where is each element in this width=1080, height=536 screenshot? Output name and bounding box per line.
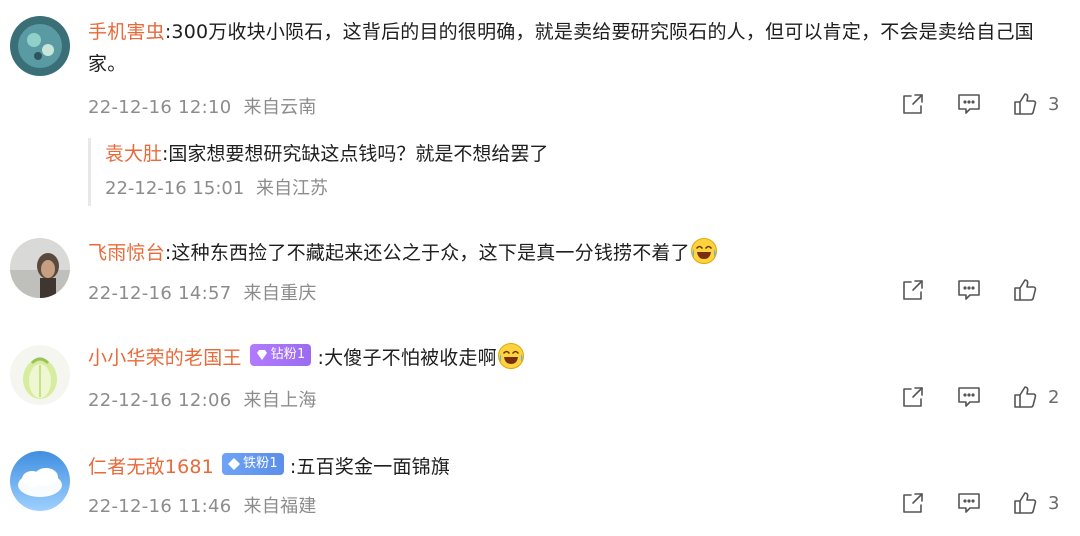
- badge-label: 钻粉1: [270, 347, 306, 362]
- comment-actions: 3: [874, 89, 1062, 119]
- reply-thread: 袁大肚:国家想要想研究缺这点钱吗？就是不想给罢了 22-12-16 15:01 …: [88, 138, 1062, 206]
- fan-badge-iron[interactable]: 铁粉1: [221, 453, 284, 475]
- share-icon: [903, 280, 923, 300]
- comment-button[interactable]: [952, 488, 986, 518]
- like-count: 3: [1048, 93, 1060, 115]
- like-button[interactable]: [1008, 275, 1042, 305]
- comment-meta: 22-12-16 14:57 来自重庆: [88, 279, 317, 305]
- like-icon: [1014, 386, 1037, 408]
- like-icon: [1014, 492, 1037, 514]
- laugh-cry-emoji: [497, 343, 524, 369]
- reply-text: 袁大肚:国家想要想研究缺这点钱吗？就是不想给罢了: [105, 138, 1062, 170]
- avatar-image-icon: [10, 16, 70, 76]
- comment-icon: [958, 280, 980, 300]
- reply-username-link[interactable]: 袁大肚: [105, 143, 162, 165]
- comment-body: :这种东西捡了不藏起来还公之于众，这下是真一分钱捞不着了: [164, 242, 690, 264]
- comment-body: :五百奖金一面锦旗: [289, 456, 451, 478]
- like-button[interactable]: [1008, 488, 1042, 518]
- like-button[interactable]: [1008, 382, 1042, 412]
- comment-text: 小小华荣的老国王 钻粉1 :大傻子不怕被收走啊: [88, 342, 1062, 374]
- diamond-icon: [256, 350, 267, 360]
- share-button[interactable]: [896, 275, 930, 305]
- avatar-image-icon: [10, 345, 70, 405]
- username-link[interactable]: 飞雨惊台: [88, 242, 165, 264]
- comment-icon: [958, 94, 980, 114]
- fan-badge-diamond[interactable]: 钻粉1: [249, 344, 312, 366]
- comment-meta: 22-12-16 12:10 来自云南: [88, 93, 317, 119]
- diamond-icon: [227, 458, 240, 470]
- comment-actions: [874, 275, 1062, 305]
- reply-timestamp: 22-12-16 15:01: [105, 178, 245, 199]
- comment-meta: 22-12-16 12:06 来自上海: [88, 386, 317, 412]
- share-icon: [903, 493, 923, 513]
- username-link[interactable]: 手机害虫: [88, 21, 165, 43]
- avatar[interactable]: [10, 345, 70, 405]
- comment-text: 仁者无敌1681 铁粉1 :五百奖金一面锦旗: [88, 451, 1062, 483]
- comment-actions: 2: [874, 382, 1062, 412]
- reply-body: :国家想要想研究缺这点钱吗？就是不想给罢了: [162, 143, 549, 165]
- username-link[interactable]: 小小华荣的老国王: [88, 347, 242, 369]
- like-icon: [1014, 279, 1037, 301]
- location: 来自重庆: [243, 283, 317, 304]
- like-count: 3: [1048, 492, 1060, 514]
- comment-button[interactable]: [952, 275, 986, 305]
- reply-location: 来自江苏: [256, 178, 329, 199]
- location: 来自上海: [243, 390, 317, 411]
- timestamp: 22-12-16 12:10: [88, 97, 232, 118]
- avatar[interactable]: [10, 451, 70, 511]
- comment-icon: [958, 387, 980, 407]
- comment-meta: 22-12-16 11:46 来自福建: [88, 492, 317, 518]
- avatar-image-icon: [10, 238, 70, 298]
- comment-button[interactable]: [952, 382, 986, 412]
- avatar[interactable]: [10, 16, 70, 76]
- comment-body: :300万收块小陨石，这背后的目的很明确，就是卖给要研究陨石的人，但可以肯定，不…: [88, 21, 1034, 75]
- badge-label: 铁粉1: [242, 456, 278, 471]
- share-button[interactable]: [896, 89, 930, 119]
- reply-meta: 22-12-16 15:01 来自江苏: [105, 174, 1062, 200]
- location: 来自福建: [243, 496, 317, 517]
- laugh-cry-emoji: [690, 238, 717, 264]
- comment-text: 飞雨惊台:这种东西捡了不藏起来还公之于众，这下是真一分钱捞不着了: [88, 237, 1062, 269]
- timestamp: 22-12-16 11:46: [88, 496, 232, 517]
- like-count: 2: [1048, 386, 1060, 408]
- timestamp: 22-12-16 12:06: [88, 390, 232, 411]
- like-icon: [1014, 93, 1037, 115]
- comment-icon: [958, 493, 980, 513]
- avatar[interactable]: [10, 238, 70, 298]
- username-link[interactable]: 仁者无敌1681: [88, 456, 214, 478]
- comment-text: 手机害虫:300万收块小陨石，这背后的目的很明确，就是卖给要研究陨石的人，但可以…: [88, 16, 1062, 80]
- comment-body: :大傻子不怕被收走啊: [317, 347, 497, 369]
- share-button[interactable]: [896, 488, 930, 518]
- location: 来自云南: [243, 97, 317, 118]
- share-icon: [903, 387, 923, 407]
- share-icon: [903, 94, 923, 114]
- comment-button[interactable]: [952, 89, 986, 119]
- share-button[interactable]: [896, 382, 930, 412]
- avatar-image-icon: [10, 451, 70, 511]
- timestamp: 22-12-16 14:57: [88, 283, 232, 304]
- comment-actions: 3: [874, 488, 1062, 518]
- like-button[interactable]: [1008, 89, 1042, 119]
